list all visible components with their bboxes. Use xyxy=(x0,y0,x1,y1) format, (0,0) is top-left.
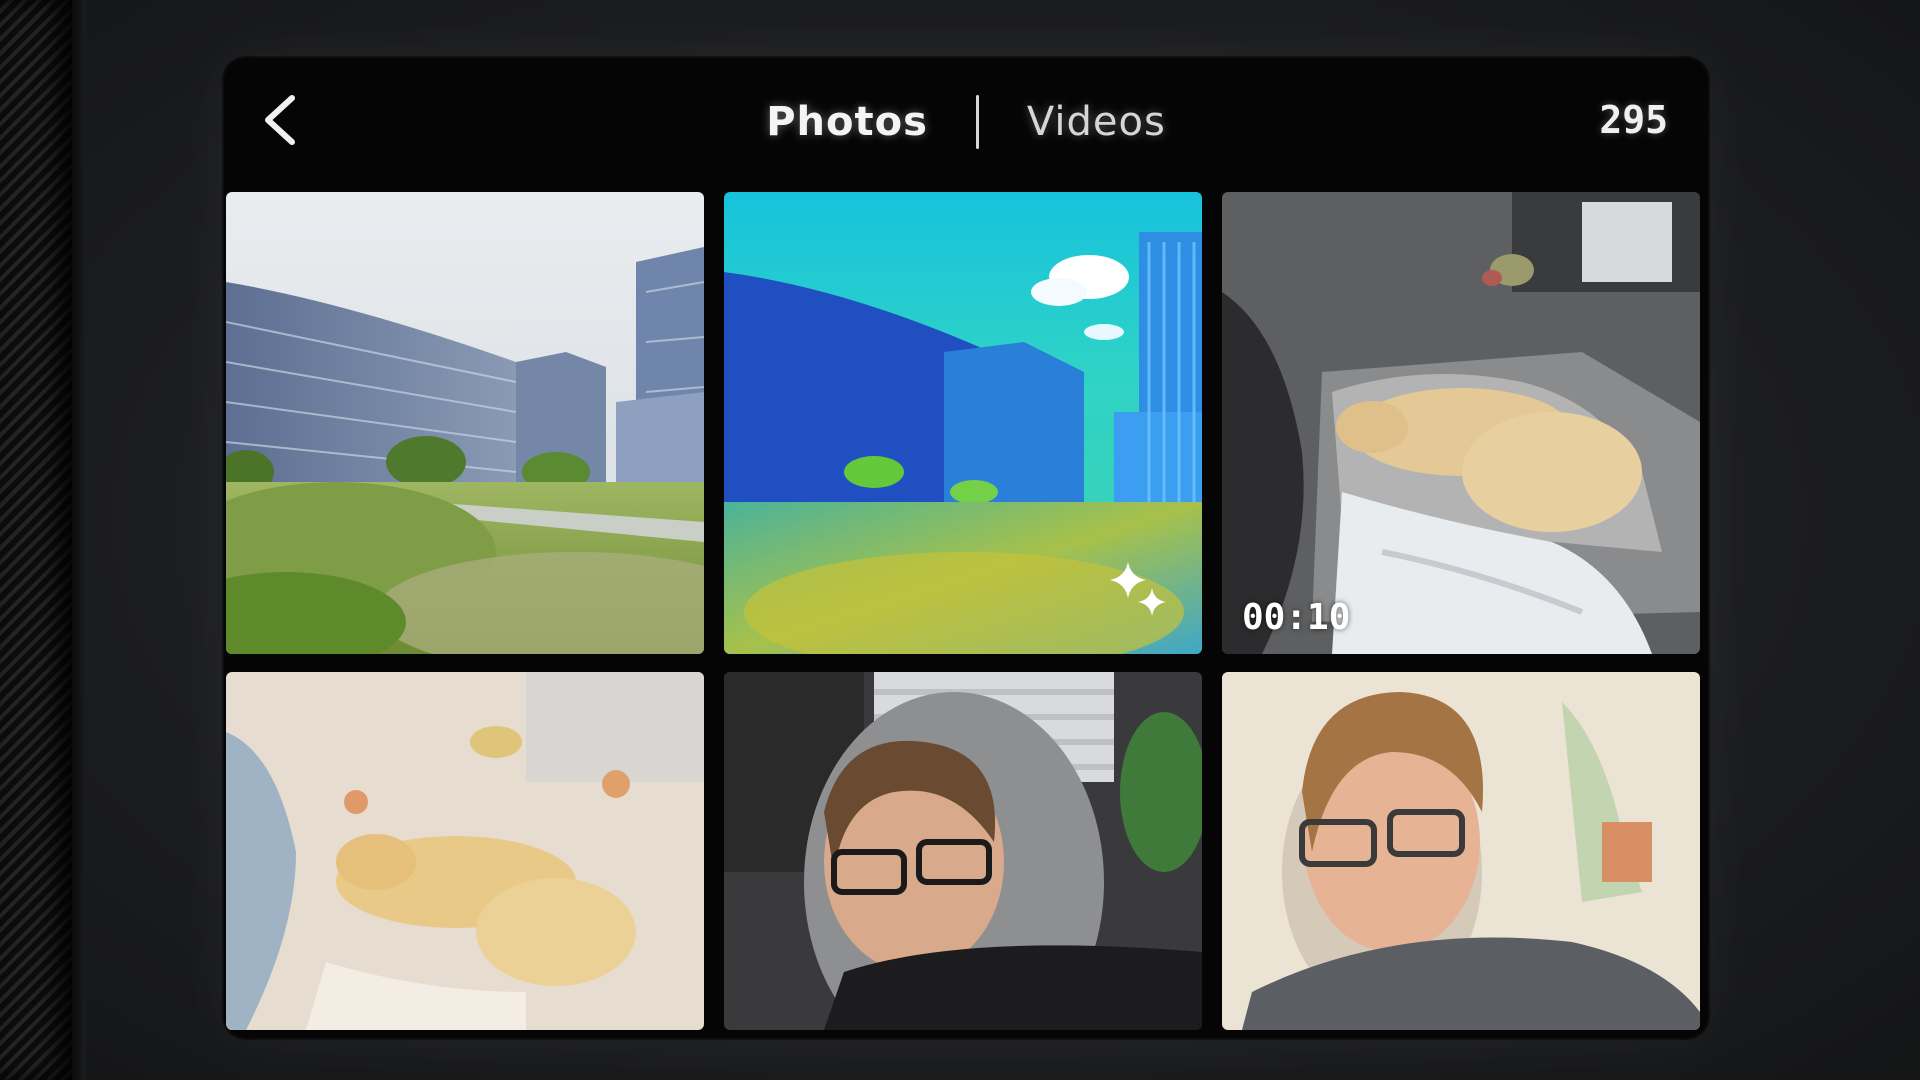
tab-videos[interactable]: Videos xyxy=(979,99,1214,145)
gallery-item-watercolor-selfie[interactable] xyxy=(1222,672,1700,1030)
gallery-item-stylized[interactable] xyxy=(724,192,1202,654)
media-tabs: Photos Videos xyxy=(224,92,1708,152)
gallery-item-dog-video[interactable]: 00:10 xyxy=(1222,192,1700,654)
gallery-screen: Photos Videos 295 00:10 xyxy=(224,58,1708,1038)
media-count: 295 xyxy=(1599,98,1668,142)
video-duration: 00:10 xyxy=(1242,597,1351,638)
gallery-item-buildings[interactable] xyxy=(226,192,704,654)
buildings-thumbnail xyxy=(226,192,704,654)
watercolor-selfie-thumbnail xyxy=(1222,672,1700,1030)
sparkle-icon xyxy=(1110,562,1166,616)
device-bezel xyxy=(0,0,86,1080)
gallery-item-watercolor-dog[interactable] xyxy=(226,672,704,1030)
tab-photos[interactable]: Photos xyxy=(718,99,976,145)
top-bar: Photos Videos 295 xyxy=(224,58,1708,190)
watercolor-dog-thumbnail xyxy=(226,672,704,1030)
media-grid: 00:10 xyxy=(226,192,1706,1032)
gallery-item-selfie[interactable] xyxy=(724,672,1202,1030)
dog-video-thumbnail xyxy=(1222,192,1700,654)
selfie-thumbnail xyxy=(724,672,1202,1030)
